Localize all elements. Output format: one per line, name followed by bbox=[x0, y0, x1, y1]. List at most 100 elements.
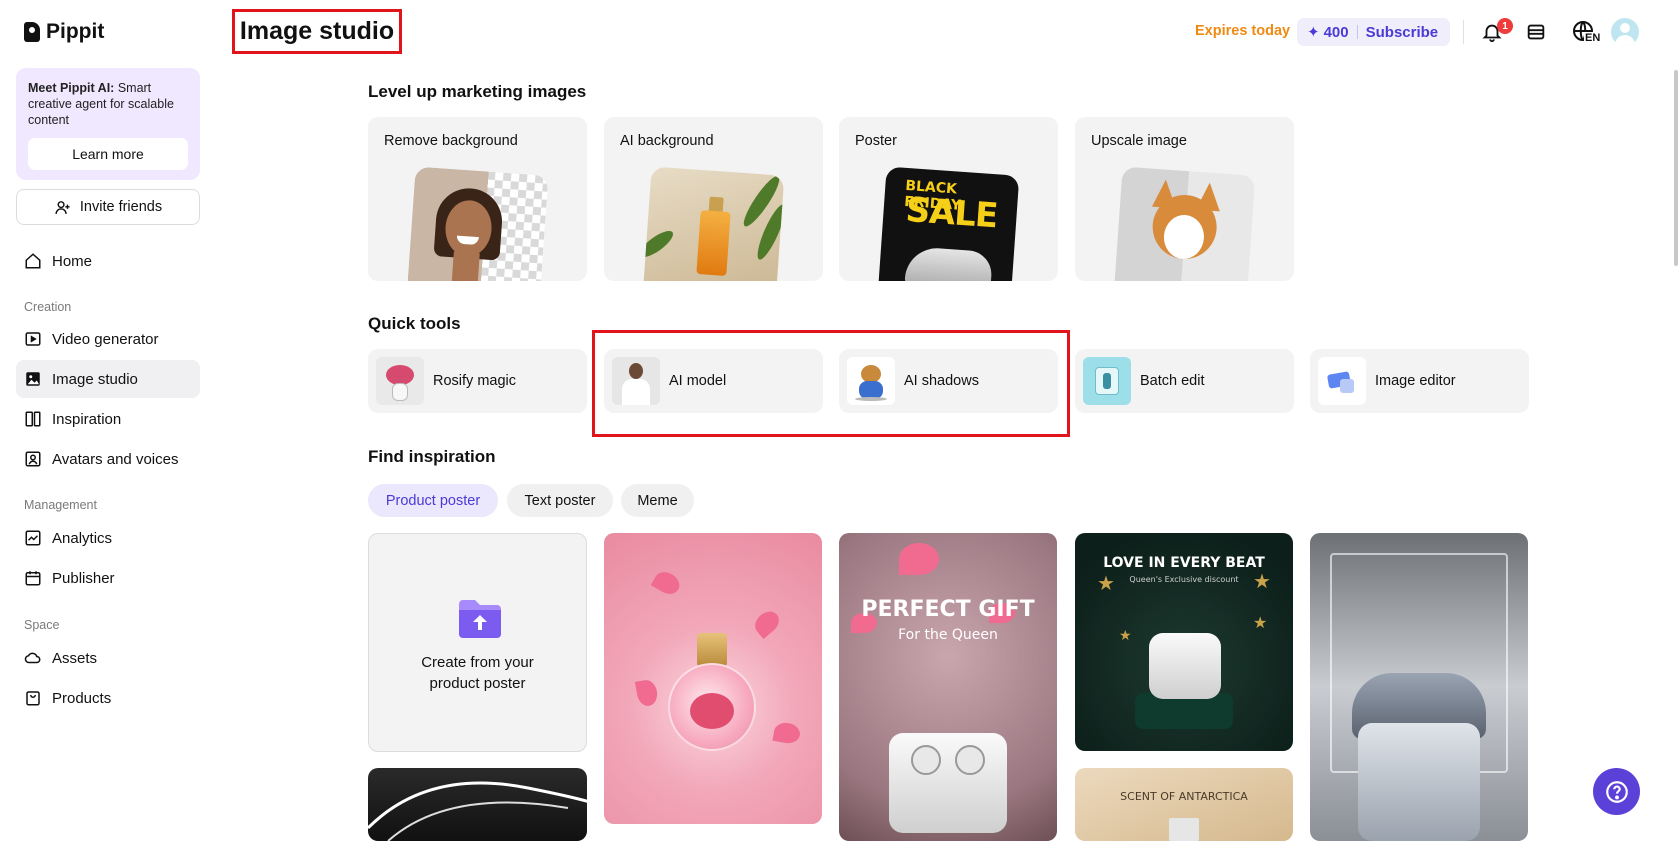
credits-pill[interactable]: ✦ 400 Subscribe bbox=[1297, 18, 1450, 46]
help-question-icon bbox=[1605, 780, 1628, 803]
section-management: Management bbox=[24, 498, 97, 512]
sidebar-item-home[interactable]: Home bbox=[16, 242, 200, 280]
page-scrollbar[interactable] bbox=[1674, 70, 1678, 266]
tool-label: Image editor bbox=[1375, 373, 1456, 389]
remove-background-thumbnail bbox=[406, 166, 549, 281]
gift-subtitle: For the Queen bbox=[898, 627, 998, 643]
app-root: Pippit Meet Pippit AI: Smart creative ag… bbox=[0, 0, 1679, 841]
credits-count: 400 bbox=[1323, 23, 1349, 41]
perfume-cap-shape bbox=[697, 633, 727, 667]
earbuds-case-shape bbox=[889, 733, 1007, 833]
earbud-shape bbox=[955, 745, 985, 775]
promo-title: Meet Pippit AI: bbox=[28, 81, 115, 95]
create-card-label: Create from your product poster bbox=[421, 654, 534, 692]
card-label: Upscale image bbox=[1091, 133, 1187, 149]
add-user-icon bbox=[54, 198, 72, 216]
learn-more-button[interactable]: Learn more bbox=[28, 138, 188, 170]
earbuds-case-shape bbox=[1358, 723, 1480, 841]
find-inspiration-title: Find inspiration bbox=[368, 447, 496, 466]
pippit-logo[interactable]: Pippit bbox=[24, 20, 104, 44]
sparkle-icon: ✦ bbox=[1307, 24, 1320, 41]
filter-product-poster[interactable]: Product poster bbox=[368, 484, 498, 517]
petal-shape bbox=[899, 543, 939, 575]
card-label: Remove background bbox=[384, 133, 518, 149]
earbud-shape bbox=[911, 745, 941, 775]
star-icon: ★ bbox=[1253, 615, 1268, 632]
sidebar-item-avatars-and-voices[interactable]: Avatars and voices bbox=[16, 440, 200, 478]
video-add-icon bbox=[24, 330, 42, 348]
perfume-bottle-shape bbox=[696, 210, 731, 276]
gallery-card-perfect-gift[interactable]: PERFECT GIFT For the Queen bbox=[839, 533, 1057, 841]
image-icon bbox=[24, 370, 42, 388]
star-icon: ★ bbox=[1097, 573, 1115, 595]
card-label: AI background bbox=[620, 133, 714, 149]
image-editor-thumbnail bbox=[1318, 357, 1366, 405]
page-title: Image studio bbox=[239, 17, 395, 45]
sidebar-item-label: Avatars and voices bbox=[52, 450, 179, 468]
ai-background-card[interactable]: AI background bbox=[604, 117, 823, 281]
pippit-ai-promo: Meet Pippit AI: Smart creative agent for… bbox=[16, 68, 200, 180]
sidebar-item-image-studio[interactable]: Image studio bbox=[16, 360, 200, 398]
ai-background-thumbnail bbox=[642, 166, 785, 281]
gallery-card-dark-lights[interactable] bbox=[368, 768, 587, 841]
scent-title: SCENT OF ANTARCTICA bbox=[1120, 790, 1248, 803]
upscale-thumbnail bbox=[1113, 166, 1256, 281]
help-button[interactable] bbox=[1593, 768, 1640, 815]
gallery-card-silver-earbuds[interactable] bbox=[1310, 533, 1528, 841]
highlight-box bbox=[592, 330, 1070, 437]
sidebar-item-label: Video generator bbox=[52, 330, 159, 348]
create-from-product-poster-card[interactable]: Create from your product poster bbox=[368, 533, 587, 752]
sidebar-item-products[interactable]: Products bbox=[16, 679, 200, 717]
invite-friends-button[interactable]: Invite friends bbox=[16, 189, 200, 225]
batch-edit-tool[interactable]: Batch edit bbox=[1075, 349, 1294, 413]
user-avatar[interactable] bbox=[1611, 18, 1639, 46]
invite-friends-label: Invite friends bbox=[79, 199, 163, 215]
subscribe-link[interactable]: Subscribe bbox=[1366, 24, 1439, 41]
image-editor-tool[interactable]: Image editor bbox=[1310, 349, 1529, 413]
sidebar-item-label: Inspiration bbox=[52, 410, 122, 428]
petal-shape bbox=[634, 678, 660, 708]
gallery-card-scent[interactable]: SCENT OF ANTARCTICA bbox=[1075, 768, 1293, 841]
petal-shape bbox=[772, 720, 802, 746]
filter-text-poster[interactable]: Text poster bbox=[507, 484, 613, 517]
inbox-stack-icon[interactable] bbox=[1524, 20, 1548, 44]
globe-language-icon[interactable]: EN bbox=[1567, 20, 1602, 44]
bottle-shape bbox=[1169, 818, 1199, 841]
sidebar-item-analytics[interactable]: Analytics bbox=[16, 519, 200, 557]
section-space: Space bbox=[24, 618, 60, 632]
calendar-icon bbox=[24, 569, 42, 587]
sidebar-item-label: Home bbox=[52, 252, 93, 270]
poster-card[interactable]: Poster BLACK FRIDAY SALE bbox=[839, 117, 1058, 281]
petal-shape bbox=[650, 567, 684, 599]
expires-label[interactable]: Expires today bbox=[1195, 23, 1290, 39]
avatar-icon bbox=[24, 450, 42, 468]
sneaker-shape bbox=[904, 246, 993, 281]
gallery-card-perfume[interactable] bbox=[604, 533, 822, 824]
filter-meme[interactable]: Meme bbox=[621, 484, 694, 517]
logo-text: Pippit bbox=[46, 20, 105, 43]
credits-divider bbox=[1356, 25, 1358, 39]
sidebar-item-video-generator[interactable]: Video generator bbox=[16, 320, 200, 358]
quick-tools-title: Quick tools bbox=[368, 314, 461, 333]
petal-shape bbox=[750, 606, 784, 640]
poster-thumbnail: BLACK FRIDAY SALE bbox=[877, 166, 1020, 281]
tool-label: Rosify magic bbox=[433, 373, 516, 389]
gift-title: PERFECT GIFT bbox=[861, 597, 1035, 622]
promo-text: Meet Pippit AI: Smart creative agent for… bbox=[28, 80, 188, 128]
sidebar-item-label: Analytics bbox=[52, 529, 113, 547]
batch-edit-thumbnail bbox=[1083, 357, 1131, 405]
sidebar-item-assets[interactable]: Assets bbox=[16, 639, 200, 677]
rose-shape bbox=[690, 693, 734, 729]
folder-upload-icon bbox=[457, 596, 503, 638]
gallery-card-love-beat[interactable]: LOVE IN EVERY BEAT Queen's Exclusive dis… bbox=[1075, 533, 1293, 751]
sidebar-item-publisher[interactable]: Publisher bbox=[16, 559, 200, 597]
upscale-image-card[interactable]: Upscale image bbox=[1075, 117, 1294, 281]
notification-badge: 1 bbox=[1497, 18, 1513, 34]
remove-background-card[interactable]: Remove background bbox=[368, 117, 587, 281]
leaf-shape bbox=[642, 226, 677, 262]
logo-icon bbox=[24, 22, 40, 42]
section-creation: Creation bbox=[24, 300, 72, 314]
sidebar-item-inspiration[interactable]: Inspiration bbox=[16, 400, 200, 438]
rosify-magic-tool[interactable]: Rosify magic bbox=[368, 349, 587, 413]
light-curves-graphic bbox=[368, 781, 587, 841]
